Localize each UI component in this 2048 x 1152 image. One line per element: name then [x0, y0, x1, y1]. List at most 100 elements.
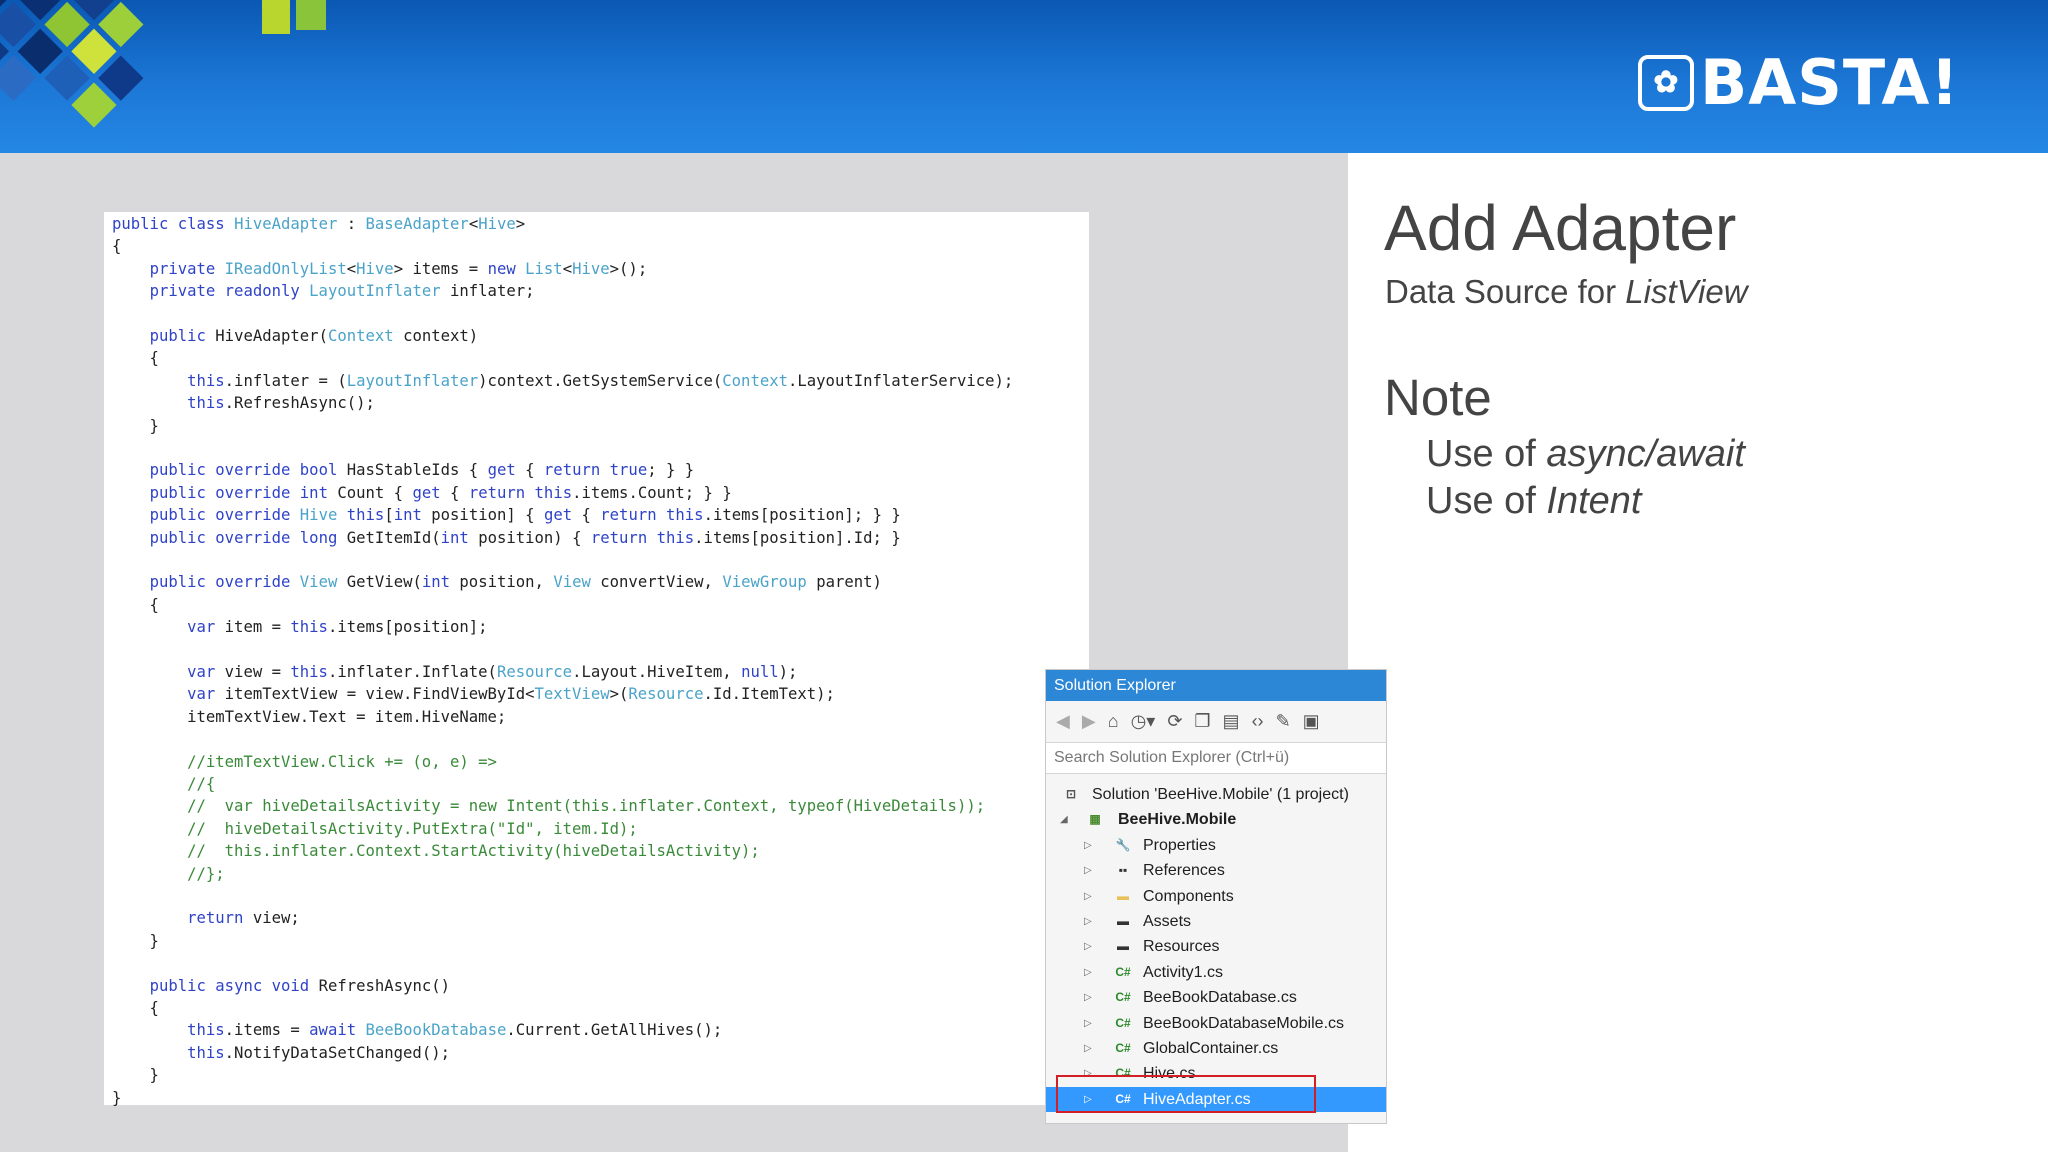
expand-arrow-icon[interactable]: ▷ — [1084, 858, 1092, 883]
tree-item[interactable]: ▷ ▪▪ References — [1046, 858, 1386, 883]
code-line: var item = this.items[position]; — [187, 618, 488, 637]
tree-item[interactable]: ▷ ▬ Resources — [1046, 934, 1386, 959]
expand-arrow-icon[interactable]: ▷ — [1084, 909, 1092, 934]
csharp-file-icon: C# — [1115, 964, 1131, 979]
back-icon[interactable]: ◀ — [1056, 711, 1070, 732]
solution-explorer-title[interactable]: Solution Explorer — [1046, 670, 1386, 701]
solution-explorer-toolbar: ◀ ▶ ⌂ ◷▾ ⟳ ❐ ▤ ‹› ✎ ▣ — [1046, 702, 1386, 740]
tree-item-label: Assets — [1143, 913, 1192, 930]
tree-item-label: References — [1143, 862, 1225, 880]
code-line: // hiveDetailsActivity.PutExtra("Id", it… — [112, 819, 638, 838]
basta-logo-text: BASTA! — [1700, 46, 1960, 119]
solution-explorer-search-input[interactable]: Search Solution Explorer (Ctrl+ü) — [1046, 742, 1386, 774]
note-item-async: Use of async/await — [1426, 433, 1745, 475]
code-line: } — [112, 1066, 159, 1085]
code-line: } — [112, 1088, 122, 1107]
code-line: // var hiveDetailsActivity = new Intent(… — [112, 797, 986, 816]
code-line: public class HiveAdapter : BaseAdapter<H… — [112, 215, 526, 233]
header-banner: ✿ BASTA! — [0, 0, 2048, 153]
folder-icon: ▬ — [1117, 888, 1129, 903]
collapse-all-icon[interactable]: ❐ — [1194, 711, 1210, 732]
tree-item-label: Components — [1143, 887, 1234, 905]
code-line: return view; — [187, 909, 300, 928]
expand-arrow-icon[interactable]: ▷ — [1084, 934, 1092, 959]
tree-item-label: Solution 'BeeHive.Mobile' (1 project) — [1092, 786, 1349, 803]
code-line: { — [112, 595, 159, 614]
expand-arrow-icon[interactable]: ▷ — [1084, 884, 1092, 909]
tree-item[interactable]: ◢ ▦ BeeHive.Mobile — [1046, 807, 1386, 832]
collapse-arrow-icon[interactable]: ◢ — [1060, 807, 1068, 832]
csharp-file-icon: C# — [1115, 990, 1131, 1005]
expand-arrow-icon[interactable]: ▷ — [1084, 1011, 1092, 1036]
home-icon[interactable]: ⌂ — [1108, 711, 1119, 732]
code-line: { — [112, 999, 159, 1017]
tree-item-label: Resources — [1143, 938, 1220, 956]
code-line: this.inflater = (LayoutInflater)context.… — [187, 371, 1014, 390]
basta-logo: ✿ BASTA! — [1638, 46, 1960, 119]
properties-wrench-icon[interactable]: ✎ — [1276, 711, 1291, 732]
code-line: public override long GetItemId(int posit… — [149, 528, 901, 547]
tree-item[interactable]: ▷ 🔧 Properties — [1046, 833, 1386, 858]
tree-item[interactable]: ▷ C# BeeBookDatabase.cs — [1046, 985, 1386, 1010]
preview-icon[interactable]: ▣ — [1303, 711, 1320, 732]
code-line: public override int Count { get { return… — [149, 483, 732, 502]
slide-title: Add Adapter — [1384, 192, 1737, 264]
code-line: public override View GetView(int positio… — [149, 573, 882, 592]
tree-item-label: Properties — [1143, 836, 1216, 854]
forward-icon[interactable]: ▶ — [1082, 711, 1096, 732]
project-icon: ▦ — [1089, 812, 1101, 827]
code-line: var view = this.inflater.Inflate(Resourc… — [187, 663, 798, 681]
highlight-box — [1056, 1075, 1316, 1113]
code-line: this.NotifyDataSetChanged(); — [187, 1043, 450, 1062]
code-view-icon[interactable]: ‹› — [1252, 711, 1264, 732]
expand-arrow-icon[interactable]: ▷ — [1084, 833, 1092, 858]
code-line: private readonly LayoutInflater inflater… — [149, 282, 535, 301]
code-line: var itemTextView = view.FindViewById<Tex… — [187, 685, 835, 704]
mosaic-graphic — [0, 0, 326, 128]
code-line: // this.inflater.Context.StartActivity(h… — [112, 842, 760, 861]
tree-item[interactable]: ▷ C# Activity1.cs — [1046, 960, 1386, 985]
references-icon: ▪▪ — [1118, 863, 1128, 878]
tree-item[interactable]: ▷ ▬ Assets — [1046, 909, 1386, 934]
code-line: private IReadOnlyList<Hive> items = new … — [149, 259, 648, 278]
code-line: //}; — [112, 864, 225, 883]
tree-item-label: BeeBookDatabase.cs — [1143, 989, 1297, 1007]
expand-arrow-icon[interactable]: ▷ — [1084, 1036, 1092, 1061]
code-line: this.items = await BeeBookDatabase.Curre… — [187, 1021, 723, 1040]
code-line: public override bool HasStableIds { get … — [149, 461, 695, 480]
history-icon[interactable]: ◷▾ — [1131, 711, 1156, 732]
tree-item-label: GlobalContainer.cs — [1143, 1040, 1279, 1057]
special-folder-icon: ▬ — [1117, 939, 1129, 954]
code-line: this.RefreshAsync(); — [187, 394, 375, 413]
code-line: public HiveAdapter(Context context) — [149, 327, 479, 345]
tree-item-label: BeeBookDatabaseMobile.cs — [1143, 1014, 1345, 1032]
copy-icon[interactable]: ▤ — [1223, 711, 1240, 732]
code-line: //{ — [112, 775, 216, 793]
special-folder-icon: ▬ — [1117, 914, 1129, 928]
expand-arrow-icon[interactable]: ▷ — [1084, 960, 1092, 985]
code-editor: public class HiveAdapter : BaseAdapter<H… — [104, 212, 1089, 1107]
solution-icon: ⊡ — [1065, 787, 1077, 801]
tree-item[interactable]: ⊡ Solution 'BeeHive.Mobile' (1 project) — [1046, 782, 1386, 807]
tree-item-label: BeeHive.Mobile — [1118, 811, 1237, 829]
solution-explorer-panel: Solution Explorer ◀ ▶ ⌂ ◷▾ ⟳ ❐ ▤ ‹› ✎ ▣ … — [1045, 669, 1387, 1124]
expand-arrow-icon[interactable]: ▷ — [1084, 985, 1092, 1010]
code-line: } — [112, 931, 159, 950]
csharp-file-icon: C# — [1115, 1041, 1131, 1055]
basta-flower-icon: ✿ — [1638, 55, 1694, 111]
code-line: //itemTextView.Click += (o, e) => — [112, 752, 497, 771]
tree-item[interactable]: ▷ C# BeeBookDatabaseMobile.cs — [1046, 1011, 1386, 1036]
code-line: public async void RefreshAsync() — [149, 976, 451, 995]
slide-subtitle: Data Source for ListView — [1385, 273, 1748, 310]
wrench-icon: 🔧 — [1115, 837, 1131, 852]
code-line: { — [112, 237, 122, 256]
tree-item[interactable]: ▷ C# GlobalContainer.cs — [1046, 1036, 1386, 1061]
note-item-intent: Use of Intent — [1426, 480, 1642, 522]
note-heading: Note — [1384, 369, 1492, 426]
refresh-icon[interactable]: ⟳ — [1167, 711, 1182, 732]
csharp-file-icon: C# — [1115, 1015, 1131, 1030]
code-line: } — [112, 416, 159, 435]
tree-item[interactable]: ▷ ▬ Components — [1046, 884, 1386, 909]
tree-item-label: Activity1.cs — [1143, 963, 1224, 981]
code-line: { — [112, 349, 159, 368]
